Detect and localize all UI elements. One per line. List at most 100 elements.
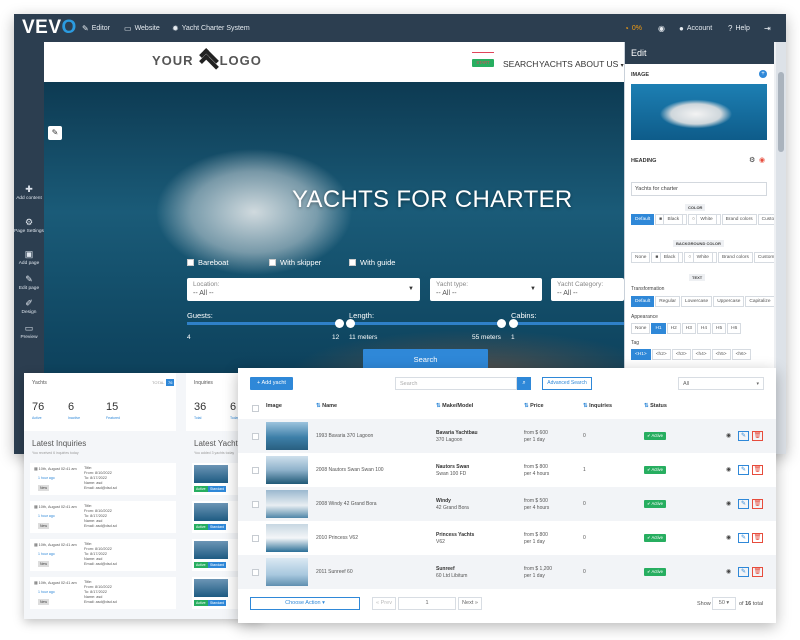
- column-header-inquiries[interactable]: ⇅ Inquiries: [583, 403, 612, 409]
- cabins-slider-track[interactable]: [511, 322, 624, 325]
- appearance-none[interactable]: None: [631, 323, 651, 334]
- appearance-h6[interactable]: H6: [727, 323, 742, 334]
- per-page-select[interactable]: 50 ▾: [712, 597, 736, 610]
- account-button[interactable]: ● Account: [679, 24, 712, 33]
- cabins-slider-handle[interactable]: [509, 319, 518, 328]
- help-button[interactable]: ? Help: [728, 24, 750, 33]
- inquiry-item[interactable]: ▦ 10th, August 02:41 am 1 hour ago New T…: [30, 463, 176, 495]
- column-header-price[interactable]: ⇅ Price: [524, 403, 544, 409]
- color-option-white[interactable]: ○ White: [688, 214, 721, 225]
- appearance-h5[interactable]: H5: [712, 323, 727, 334]
- bg-option-custom[interactable]: Custom: [753, 252, 774, 263]
- nav-website[interactable]: ▭ Website: [124, 24, 160, 33]
- add-yacht-button[interactable]: + Add yacht: [250, 377, 293, 390]
- add-image-icon[interactable]: +: [759, 70, 767, 78]
- advanced-search-button[interactable]: Advanced Search: [542, 377, 592, 390]
- eye-icon[interactable]: ◉: [726, 432, 731, 439]
- row-checkbox[interactable]: [252, 535, 259, 542]
- delete-button[interactable]: 🗑: [752, 533, 763, 543]
- choose-action-button[interactable]: Choose Action ▾: [250, 597, 360, 610]
- inquiry-item[interactable]: ▦ 10th, August 02:41 am 1 hour ago New T…: [30, 577, 176, 609]
- eye-icon[interactable]: ◉: [726, 534, 731, 541]
- vevo-logo[interactable]: VEVO: [22, 17, 77, 39]
- tag-h5[interactable]: <h5>: [711, 349, 731, 360]
- tag-h6[interactable]: <h6>: [731, 349, 751, 360]
- eye-icon[interactable]: ◉: [726, 568, 731, 575]
- row-checkbox[interactable]: [252, 569, 259, 576]
- yacht-type-select[interactable]: Yacht type: -- All -- ▼: [430, 278, 542, 301]
- bg-option-none[interactable]: None: [631, 252, 651, 263]
- eye-icon[interactable]: ◉: [726, 466, 731, 473]
- eye-icon[interactable]: ◉: [759, 156, 765, 164]
- color-option-custom[interactable]: Custom: [757, 214, 774, 225]
- site-nav-start[interactable]: START: [472, 52, 494, 67]
- eye-icon[interactable]: ◉: [726, 500, 731, 507]
- site-logo[interactable]: YOUR LOGO: [152, 51, 262, 69]
- site-nav-yachts[interactable]: YACHTS: [539, 59, 573, 69]
- column-header-status[interactable]: ⇅ Status: [644, 403, 667, 409]
- bg-option-white[interactable]: ○ White: [684, 252, 717, 263]
- next-page-button[interactable]: Next »: [458, 597, 482, 610]
- tool-page-settings[interactable]: ⚙ Page Settings: [14, 217, 44, 235]
- length-slider-max-handle[interactable]: [497, 319, 506, 328]
- edit-panel-scrollbar[interactable]: [776, 42, 786, 454]
- site-nav-about-us[interactable]: ABOUT US ▾: [575, 59, 624, 69]
- appearance-h4[interactable]: H4: [696, 323, 712, 334]
- eye-button[interactable]: ◉: [658, 24, 665, 33]
- tag-h4[interactable]: <h4>: [691, 349, 711, 360]
- appearance-h1[interactable]: H1: [651, 323, 666, 334]
- page-number-input[interactable]: 1: [398, 597, 456, 610]
- delete-button[interactable]: 🗑: [752, 567, 763, 577]
- transform-capitalize[interactable]: Capitalize: [745, 296, 774, 307]
- heading-text-input[interactable]: Yachts for charter: [631, 182, 767, 196]
- yacht-category-select[interactable]: Yacht Category: -- All --: [551, 278, 624, 301]
- nav-yacht-charter-system[interactable]: ✹ Yacht Charter System: [172, 24, 250, 33]
- edit-button[interactable]: ✎: [738, 465, 749, 475]
- yacht-search-input[interactable]: Search: [395, 377, 517, 390]
- tool-add-content[interactable]: ✚ Add content: [14, 184, 44, 202]
- length-slider-track[interactable]: [349, 322, 503, 325]
- edit-button[interactable]: ✎: [738, 499, 749, 509]
- tool-add-page[interactable]: ▣ Add page: [14, 249, 44, 267]
- checkbox-with-guide[interactable]: With guide: [349, 258, 395, 267]
- column-header-name[interactable]: ⇅ Name: [316, 403, 337, 409]
- guests-slider-handle[interactable]: [335, 319, 344, 328]
- transform-default[interactable]: Default: [631, 296, 655, 307]
- search-button[interactable]: ⌕: [517, 377, 531, 390]
- color-option-black[interactable]: ■ Black: [655, 214, 688, 225]
- appearance-h2[interactable]: H2: [666, 323, 681, 334]
- logout-button[interactable]: ⇥: [764, 24, 771, 33]
- inquiry-item[interactable]: ▦ 10th, August 02:41 am 1 hour ago New T…: [30, 539, 176, 571]
- transform-regular[interactable]: Regular: [655, 296, 681, 307]
- scrollbar-thumb[interactable]: [778, 72, 784, 152]
- filter-select[interactable]: All ▾: [678, 377, 764, 390]
- edit-button[interactable]: ✎: [738, 567, 749, 577]
- tag-h3[interactable]: <h3>: [671, 349, 691, 360]
- tool-preview[interactable]: ▭ Preview: [14, 323, 44, 341]
- tag-h2[interactable]: <h2>: [651, 349, 671, 360]
- transform-lowercase[interactable]: Lowercase: [681, 296, 713, 307]
- checkbox-with-skipper[interactable]: With skipper: [269, 258, 321, 267]
- tool-design[interactable]: ✐ Design: [14, 298, 44, 316]
- nav-editor[interactable]: ✎ Editor: [82, 24, 110, 33]
- prev-page-button[interactable]: « Prev: [372, 597, 396, 610]
- image-preview[interactable]: [631, 84, 767, 140]
- guests-slider-track[interactable]: [187, 322, 341, 325]
- edit-section-button[interactable]: ✎: [48, 126, 62, 140]
- row-checkbox[interactable]: [252, 501, 259, 508]
- delete-button[interactable]: 🗑: [752, 499, 763, 509]
- color-option-brand[interactable]: Brand colors: [721, 214, 757, 225]
- tag-h1[interactable]: <H1>: [631, 349, 651, 360]
- site-nav-search[interactable]: SEARCH: [503, 59, 538, 69]
- row-checkbox[interactable]: [252, 467, 259, 474]
- transform-uppercase[interactable]: Uppercase: [713, 296, 745, 307]
- bg-option-black[interactable]: ■ Black: [651, 252, 684, 263]
- appearance-h3[interactable]: H3: [681, 323, 696, 334]
- tool-edit-page[interactable]: ✎ Edit page: [14, 274, 44, 292]
- inquiry-item[interactable]: ▦ 10th, August 02:41 am 1 hour ago New T…: [30, 501, 176, 533]
- bg-option-brand[interactable]: Brand colors: [717, 252, 753, 263]
- edit-button[interactable]: ✎: [738, 533, 749, 543]
- color-option-default[interactable]: Default: [631, 214, 655, 225]
- column-header-make-model[interactable]: ⇅ Make/Model: [436, 403, 473, 409]
- delete-button[interactable]: 🗑: [752, 465, 763, 475]
